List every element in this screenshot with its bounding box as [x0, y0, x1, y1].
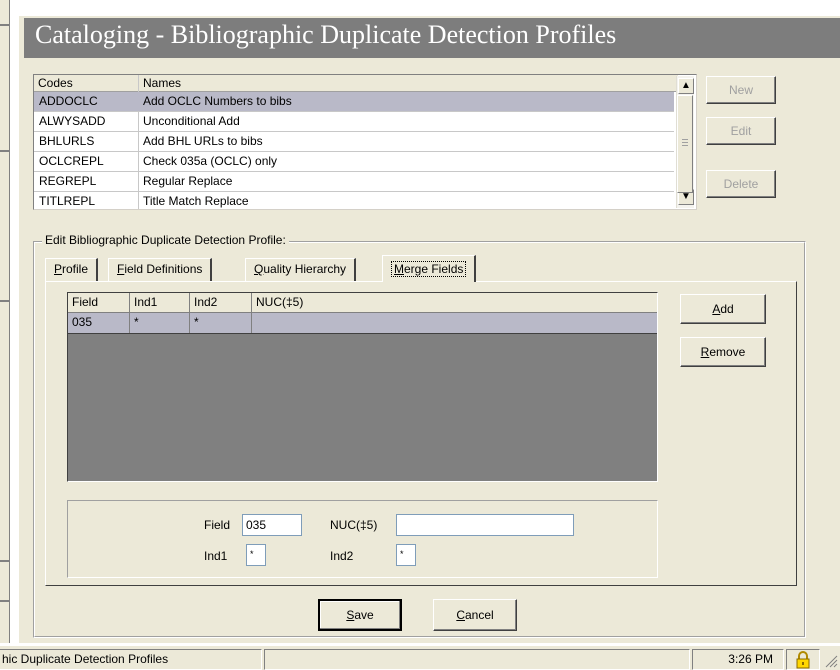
remove-label: emove: [709, 345, 746, 359]
column-header-names[interactable]: Names: [138, 75, 678, 92]
status-time: 3:26 PM: [692, 649, 784, 670]
remove-accel: R: [700, 345, 710, 359]
status-lock-pane: [786, 649, 820, 670]
grid-header-ind2[interactable]: Ind2: [190, 293, 252, 312]
window-title: Cataloging - Bibliographic Duplicate Det…: [35, 20, 617, 49]
grid-cell-ind1[interactable]: *: [130, 313, 190, 333]
add-label: dd: [720, 302, 734, 316]
ind1-input[interactable]: *: [246, 544, 266, 566]
tab-focus-rect: Merge Fields: [391, 261, 467, 277]
status-text: hic Duplicate Detection Profiles: [0, 649, 262, 670]
nuc-label: NUC(‡5): [330, 518, 378, 532]
cancel-accel: C: [456, 608, 465, 622]
tab-merge-fields[interactable]: Merge Fields: [382, 255, 477, 282]
grid-header: Field Ind1 Ind2 NUC(‡5): [68, 293, 657, 313]
field-label: Field: [204, 518, 231, 532]
edit-button[interactable]: Edit: [706, 117, 776, 145]
list-cell-code: REGREPL: [39, 174, 97, 188]
tab-label: erge Fields: [404, 262, 464, 276]
tab-label: rofile: [62, 262, 89, 276]
ind2-input[interactable]: *: [396, 544, 416, 566]
cancel-label: ancel: [464, 608, 494, 622]
status-pane-empty: [264, 649, 690, 670]
new-button-label: New: [728, 83, 753, 97]
remove-button[interactable]: Remove: [680, 337, 766, 367]
frame-tick: [0, 24, 9, 26]
cancel-button[interactable]: Cancel: [433, 599, 517, 631]
list-row[interactable]: TITLREPL Title Match Replace: [34, 192, 674, 209]
list-cell-name: Check 035a (OCLC) only: [143, 154, 278, 168]
status-bar: hic Duplicate Detection Profiles 3:26 PM: [0, 645, 840, 670]
list-cell-name: Regular Replace: [143, 174, 233, 188]
scrollbar-thumb[interactable]: [677, 95, 693, 193]
list-cell-name: Add OCLC Numbers to bibs: [143, 94, 292, 108]
nuc-input[interactable]: [396, 514, 574, 536]
grid-header-nuc[interactable]: NUC(‡5): [252, 293, 657, 312]
ind2-label: Ind2: [330, 549, 354, 563]
grid-cell-ind2[interactable]: *: [190, 313, 252, 333]
delete-button-label: Delete: [723, 177, 759, 191]
list-cell-name: Add BHL URLs to bibs: [143, 134, 263, 148]
field-input[interactable]: 035: [242, 514, 302, 536]
add-button[interactable]: Add: [680, 294, 766, 324]
tab-field-definitions[interactable]: Field Definitions: [108, 258, 213, 281]
frame-tick: [0, 150, 9, 152]
list-row[interactable]: ALWYSADD Unconditional Add: [34, 112, 674, 132]
list-row[interactable]: REGREPL Regular Replace: [34, 172, 674, 192]
delete-button[interactable]: Delete: [706, 170, 776, 198]
frame-tick: [0, 300, 9, 302]
profiles-list[interactable]: Codes Names ADDOCLC Add OCLC Numbers to …: [33, 74, 697, 210]
grid-cell-nuc[interactable]: [252, 313, 657, 333]
tab-label: uality Hierarchy: [263, 262, 347, 276]
list-cell-code: ALWYSADD: [39, 114, 106, 128]
edit-button-label: Edit: [730, 124, 752, 138]
grid-header-field[interactable]: Field: [68, 293, 130, 312]
scroll-up-icon[interactable]: ▲: [678, 78, 694, 94]
tab-accel: P: [54, 262, 63, 276]
tab-label: ield Definitions: [124, 262, 203, 276]
ind1-label: Ind1: [204, 549, 228, 563]
grid-header-ind1[interactable]: Ind1: [130, 293, 190, 312]
table-row[interactable]: 035 * *: [68, 313, 657, 334]
list-cell-code: OCLCREPL: [39, 154, 104, 168]
save-button[interactable]: Save: [318, 599, 402, 631]
list-row[interactable]: OCLCREPL Check 035a (OCLC) only: [34, 152, 674, 172]
column-header-codes[interactable]: Codes: [34, 75, 138, 92]
list-cell-name: Title Match Replace: [143, 194, 249, 208]
merge-field-detail-panel: [67, 500, 658, 578]
list-cell-code: ADDOCLC: [39, 94, 98, 108]
tab-quality-hierarchy[interactable]: Quality Hierarchy: [245, 258, 357, 281]
tab-profile[interactable]: Profile: [45, 258, 99, 281]
merge-fields-grid[interactable]: Field Ind1 Ind2 NUC(‡5) 035 * *: [67, 292, 658, 482]
new-button[interactable]: New: [706, 76, 776, 104]
grid-cell-field[interactable]: 035: [68, 313, 130, 333]
resize-grip-icon[interactable]: [822, 652, 838, 668]
frame-tick: [0, 560, 9, 562]
list-cell-name: Unconditional Add: [143, 114, 240, 128]
mdi-frame-edge: [0, 0, 10, 643]
save-label: ave: [354, 608, 374, 622]
tab-accel: M: [394, 262, 404, 276]
list-row[interactable]: ADDOCLC Add OCLC Numbers to bibs: [34, 92, 674, 112]
list-row[interactable]: BHLURLS Add BHL URLs to bibs: [34, 132, 674, 152]
frame-tick: [0, 600, 9, 602]
list-cell-code: TITLREPL: [39, 194, 96, 208]
list-cell-code: BHLURLS: [39, 134, 95, 148]
edit-profile-group-label: Edit Bibliographic Duplicate Detection P…: [42, 233, 289, 247]
tab-accel: Q: [254, 262, 264, 276]
lock-icon: [796, 651, 810, 669]
